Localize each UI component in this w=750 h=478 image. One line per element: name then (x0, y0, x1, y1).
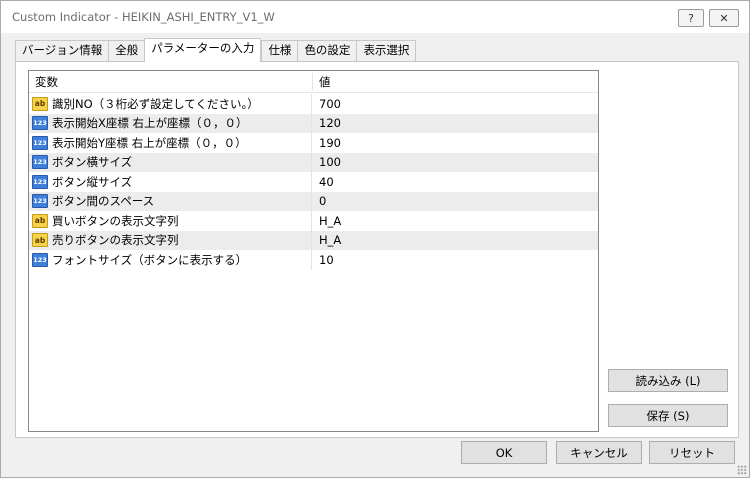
param-name: 買いボタンの表示文字列 (52, 213, 179, 228)
column-header-variable[interactable]: 変数 (29, 71, 58, 93)
integer-type-icon: 123 (32, 155, 48, 170)
param-name-cell: ab 識別NO（３桁必ず設定してください。） (29, 94, 312, 114)
table-row[interactable]: 123 ボタン横サイズ 100 (29, 152, 598, 173)
param-name-cell: 123 フォントサイズ（ボタンに表示する） (29, 250, 312, 270)
integer-type-icon: 123 (32, 116, 48, 131)
column-header-value[interactable]: 値 (313, 71, 331, 93)
table-row[interactable]: ab 買いボタンの表示文字列 H_A (29, 211, 598, 231)
cancel-button[interactable]: キャンセル (556, 441, 642, 464)
param-value[interactable]: 120 (319, 114, 341, 134)
param-name-cell: 123 ボタン横サイズ (29, 152, 312, 172)
param-name: 識別NO（３桁必ず設定してください。） (52, 96, 259, 111)
table-row[interactable]: 123 表示開始X座標 右上が座標（０，０） 120 (29, 113, 598, 134)
close-icon: ✕ (719, 11, 729, 25)
parameters-grid: 変数 値 ab 識別NO（３桁必ず設定してください。） 700 123 表示開始… (28, 70, 599, 432)
table-row[interactable]: 123 ボタン縦サイズ 40 (29, 172, 598, 192)
reset-button[interactable]: リセット (649, 441, 735, 464)
ok-button[interactable]: OK (461, 441, 547, 464)
help-button[interactable]: ? (678, 9, 704, 27)
integer-type-icon: 123 (32, 252, 48, 267)
param-value[interactable]: 10 (319, 250, 334, 270)
param-name: ボタン縦サイズ (52, 174, 133, 189)
table-row[interactable]: 123 フォントサイズ（ボタンに表示する） 10 (29, 250, 598, 270)
tab-version-info[interactable]: バージョン情報 (15, 40, 109, 61)
param-name: ボタン横サイズ (52, 155, 133, 170)
tab-strip: バージョン情報 全般 パラメーターの入力 仕様 色の設定 表示選択 (15, 38, 417, 62)
load-button[interactable]: 読み込み (L) (608, 369, 728, 392)
param-name: ボタン間のスペース (52, 194, 155, 209)
table-row[interactable]: 123 ボタン間のスペース 0 (29, 191, 598, 212)
param-name: 表示開始Y座標 右上が座標（０，０） (52, 135, 247, 150)
tab-input-parameters[interactable]: パラメーターの入力 (144, 38, 262, 62)
save-button[interactable]: 保存 (S) (608, 404, 728, 427)
table-row[interactable]: ab 識別NO（３桁必ず設定してください。） 700 (29, 94, 598, 114)
tab-colors[interactable]: 色の設定 (297, 40, 357, 61)
param-name-cell: ab 売りボタンの表示文字列 (29, 230, 312, 250)
title-bar: Custom Indicator - HEIKIN_ASHI_ENTRY_V1_… (1, 1, 749, 33)
param-value[interactable]: H_A (319, 231, 341, 251)
table-row[interactable]: 123 表示開始Y座標 右上が座標（０，０） 190 (29, 133, 598, 153)
resize-grip-icon[interactable] (737, 465, 747, 475)
param-name-cell: 123 ボタン間のスペース (29, 191, 312, 211)
param-value[interactable]: 40 (319, 172, 334, 192)
tab-specification[interactable]: 仕様 (261, 40, 298, 61)
dialog-window: Custom Indicator - HEIKIN_ASHI_ENTRY_V1_… (0, 0, 750, 478)
string-type-icon: ab (32, 213, 48, 228)
param-name-cell: 123 ボタン縦サイズ (29, 172, 312, 192)
param-value[interactable]: 100 (319, 153, 341, 173)
integer-type-icon: 123 (32, 194, 48, 209)
tab-general[interactable]: 全般 (108, 40, 145, 61)
table-row[interactable]: ab 売りボタンの表示文字列 H_A (29, 230, 598, 251)
param-value[interactable]: H_A (319, 211, 341, 231)
param-value[interactable]: 700 (319, 94, 341, 114)
param-name-cell: 123 表示開始X座標 右上が座標（０，０） (29, 113, 312, 133)
param-value[interactable]: 190 (319, 133, 341, 153)
param-name-cell: 123 表示開始Y座標 右上が座標（０，０） (29, 133, 312, 153)
string-type-icon: ab (32, 96, 48, 111)
grid-header: 変数 値 (29, 71, 598, 93)
param-name-cell: ab 買いボタンの表示文字列 (29, 211, 312, 231)
integer-type-icon: 123 (32, 174, 48, 189)
parameters-panel: 変数 値 ab 識別NO（３桁必ず設定してください。） 700 123 表示開始… (15, 61, 739, 438)
param-name: 売りボタンの表示文字列 (52, 233, 179, 248)
help-icon: ? (688, 11, 694, 25)
param-value[interactable]: 0 (319, 192, 326, 212)
param-name: フォントサイズ（ボタンに表示する） (52, 252, 248, 267)
tab-visualization[interactable]: 表示選択 (356, 40, 417, 61)
param-name: 表示開始X座標 右上が座標（０，０） (52, 116, 248, 131)
window-title: Custom Indicator - HEIKIN_ASHI_ENTRY_V1_… (12, 10, 275, 24)
close-button[interactable]: ✕ (709, 9, 739, 27)
integer-type-icon: 123 (32, 135, 48, 150)
string-type-icon: ab (32, 233, 48, 248)
